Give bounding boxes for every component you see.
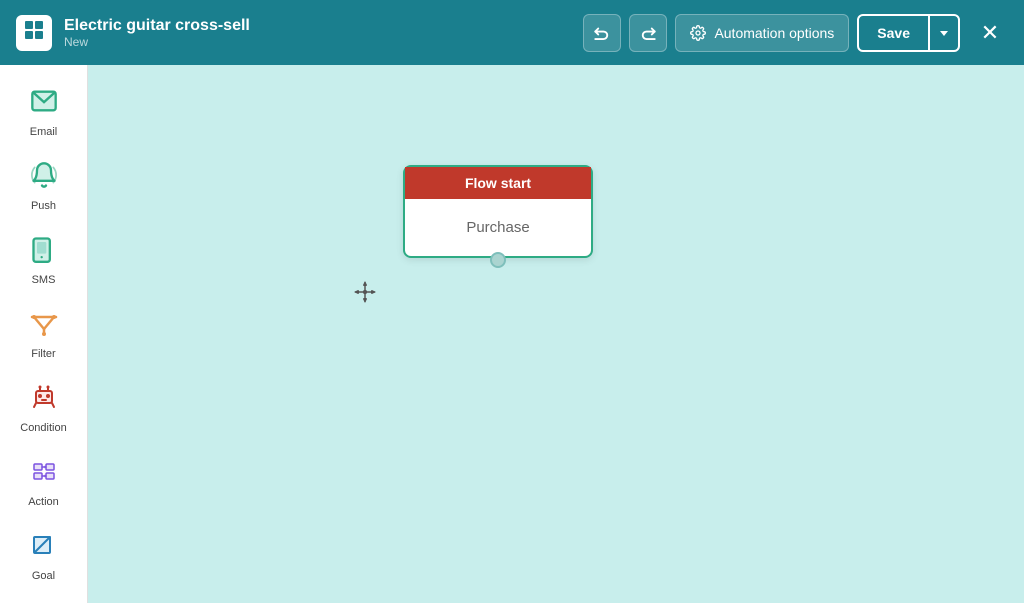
flow-node-body: Purchase	[405, 199, 591, 256]
main-area: Email Push	[0, 65, 1024, 603]
header: Electric guitar cross-sell New Automatio…	[0, 0, 1024, 65]
app-title: Electric guitar cross-sell	[64, 17, 571, 35]
flow-node-header: Flow start	[405, 167, 591, 199]
close-button[interactable]: ✕	[972, 15, 1008, 51]
sidebar-item-action[interactable]: Action	[6, 447, 82, 517]
condition-icon	[30, 383, 58, 418]
header-actions: Automation options Save ✕	[583, 14, 1008, 52]
sidebar-item-push[interactable]: Push	[6, 151, 82, 221]
logo	[16, 15, 52, 51]
sidebar: Email Push	[0, 65, 88, 603]
save-dropdown-button[interactable]	[928, 16, 958, 50]
automation-options-button[interactable]: Automation options	[675, 14, 849, 52]
action-icon	[30, 457, 58, 492]
save-button[interactable]: Save	[859, 16, 928, 50]
goal-icon	[30, 531, 58, 566]
sidebar-item-filter[interactable]: Filter	[6, 299, 82, 369]
sidebar-item-goal-label: Goal	[32, 570, 55, 582]
sms-icon	[30, 235, 58, 270]
sidebar-item-email-label: Email	[30, 126, 58, 138]
save-group: Save	[857, 14, 960, 52]
sidebar-item-filter-label: Filter	[31, 348, 55, 360]
logo-symbol	[23, 19, 45, 46]
automation-options-label: Automation options	[714, 25, 834, 41]
app-subtitle: New	[64, 35, 571, 49]
chevron-down-icon	[939, 28, 949, 38]
push-icon	[30, 161, 58, 196]
sidebar-item-sms[interactable]: SMS	[6, 225, 82, 295]
redo-button[interactable]	[629, 14, 667, 52]
sidebar-item-condition-label: Condition	[20, 422, 66, 434]
sidebar-item-push-label: Push	[31, 200, 56, 212]
gear-icon	[690, 25, 706, 41]
flow-node-connector[interactable]	[490, 252, 506, 268]
sidebar-item-goal[interactable]: Goal	[6, 521, 82, 591]
sidebar-item-sms-label: SMS	[32, 274, 56, 286]
undo-button[interactable]	[583, 14, 621, 52]
flow-node[interactable]: Flow start Purchase	[403, 165, 593, 258]
email-icon	[30, 87, 58, 122]
title-group: Electric guitar cross-sell New	[64, 17, 571, 49]
filter-icon	[30, 309, 58, 344]
sidebar-item-condition[interactable]: Condition	[6, 373, 82, 443]
sidebar-item-action-label: Action	[28, 496, 59, 508]
move-cursor-indicator	[353, 280, 377, 310]
sidebar-item-email[interactable]: Email	[6, 77, 82, 147]
canvas[interactable]: Flow start Purchase	[88, 65, 1024, 603]
